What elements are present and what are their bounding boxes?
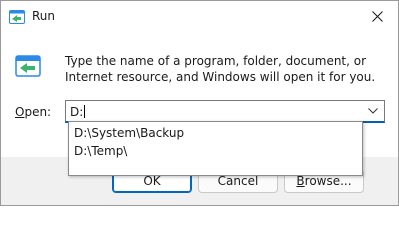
- close-icon: [372, 11, 383, 22]
- text-caret: [84, 105, 85, 118]
- run-dialog: Run Type the name of a program, folder, …: [0, 0, 399, 206]
- open-label: Open:: [15, 105, 51, 119]
- chevron-down-icon: [368, 108, 378, 114]
- dropdown-item[interactable]: D:\System\Backup: [69, 124, 362, 142]
- title-bar[interactable]: Run: [1, 1, 398, 33]
- run-program-icon: [15, 55, 41, 77]
- instruction-text: Type the name of a program, folder, docu…: [65, 54, 376, 84]
- open-input[interactable]: [70, 103, 360, 121]
- open-label-text: pen:: [24, 105, 52, 119]
- autocomplete-dropdown: D:\System\Backup D:\Temp\: [68, 121, 363, 176]
- run-app-icon: [9, 10, 25, 24]
- close-button[interactable]: [358, 1, 398, 33]
- dropdown-item[interactable]: D:\Temp\: [69, 142, 362, 160]
- window-title: Run: [32, 9, 56, 23]
- open-combobox[interactable]: [65, 100, 385, 123]
- dropdown-toggle-button[interactable]: [362, 101, 384, 122]
